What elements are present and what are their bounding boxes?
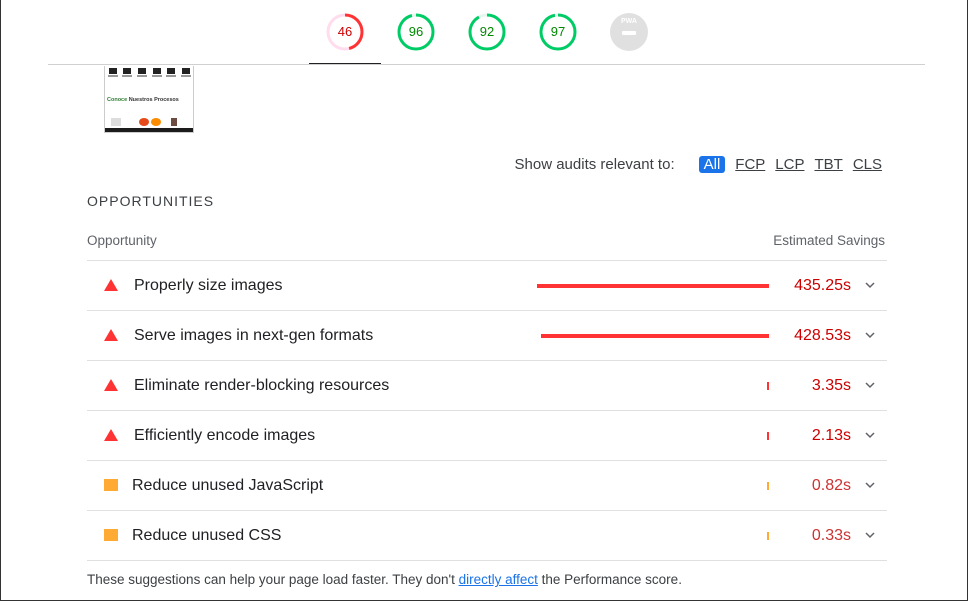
average-square-icon [104, 529, 118, 541]
gauge-best-practices[interactable]: 92 [467, 12, 507, 52]
audit-row[interactable]: Eliminate render-blocking resources 3.35… [87, 361, 887, 411]
chevron-down-icon[interactable] [863, 428, 877, 442]
fail-triangle-icon [104, 329, 118, 341]
fail-triangle-icon [104, 379, 118, 391]
audit-title: Eliminate render-blocking resources [134, 377, 390, 394]
gauge-value: 46 [337, 24, 353, 39]
gauge-value: 92 [479, 24, 495, 39]
average-square-icon [104, 479, 118, 491]
chevron-down-icon[interactable] [863, 328, 877, 342]
section-title: OPPORTUNITIES [87, 193, 215, 209]
savings-bar [540, 334, 769, 338]
filter-label: Show audits relevant to: [514, 156, 675, 173]
audit-row[interactable]: Reduce unused CSS 0.33s [87, 511, 887, 561]
filter-chip-cls[interactable]: CLS [853, 156, 882, 173]
chevron-down-icon[interactable] [863, 478, 877, 492]
footer-note: These suggestions can help your page loa… [87, 572, 682, 587]
audit-title: Efficiently encode images [134, 427, 316, 444]
audit-row[interactable]: Properly size images 435.25s [87, 261, 887, 311]
directly-affect-link[interactable]: directly affect [459, 572, 538, 587]
audit-savings: 0.33s [811, 527, 851, 544]
audit-filter: Show audits relevant to: All FCP LCP TBT… [515, 156, 882, 173]
gauge-value: 97 [550, 24, 566, 39]
audit-title: Reduce unused CSS [132, 527, 282, 544]
savings-bar [767, 532, 769, 540]
audit-title: Reduce unused JavaScript [132, 477, 324, 494]
gauge-pwa[interactable]: PWA [609, 12, 649, 52]
header-divider [48, 64, 925, 65]
pwa-badge-label: PWA [621, 18, 637, 25]
audit-title: Properly size images [134, 277, 283, 294]
gauge-value: 96 [408, 24, 424, 39]
chevron-down-icon[interactable] [863, 378, 877, 392]
gauge-accessibility[interactable]: 96 [396, 12, 436, 52]
audit-title: Serve images in next-gen formats [134, 327, 374, 344]
savings-bar [767, 482, 769, 490]
fail-triangle-icon [104, 279, 118, 291]
filter-chip-lcp[interactable]: LCP [775, 156, 804, 173]
audit-savings: 3.35s [811, 377, 851, 394]
fail-triangle-icon [104, 429, 118, 441]
score-gauges: 46 96 92 97 PWA [0, 0, 968, 66]
page-screenshot-thumbnail[interactable]: Conoce Nuestros Procesos [104, 66, 194, 133]
audit-row[interactable]: Serve images in next-gen formats 428.53s [87, 311, 887, 361]
gauge-seo[interactable]: 97 [538, 12, 578, 52]
column-header-opportunity: Opportunity [87, 233, 157, 248]
filter-chip-all[interactable]: All [698, 156, 726, 173]
audit-row[interactable]: Efficiently encode images 2.13s [87, 411, 887, 461]
savings-bar [767, 432, 769, 440]
gauge-performance[interactable]: 46 [325, 12, 365, 52]
thumbnail-heading: Conoce Nuestros Procesos [107, 97, 179, 103]
savings-bar [537, 284, 769, 288]
audit-savings: 428.53s [794, 327, 851, 344]
savings-bar [767, 382, 769, 390]
filter-chip-tbt[interactable]: TBT [814, 156, 842, 173]
chevron-down-icon[interactable] [863, 528, 877, 542]
chevron-down-icon[interactable] [863, 278, 877, 292]
audit-row[interactable]: Reduce unused JavaScript 0.82s [87, 461, 887, 511]
audit-savings: 435.25s [794, 277, 851, 294]
column-header-savings: Estimated Savings [773, 233, 885, 248]
audit-savings: 0.82s [811, 477, 851, 494]
opportunities-list: Properly size images 435.25s Serve image… [87, 260, 887, 561]
filter-chip-fcp[interactable]: FCP [735, 156, 765, 173]
audit-savings: 2.13s [811, 427, 851, 444]
